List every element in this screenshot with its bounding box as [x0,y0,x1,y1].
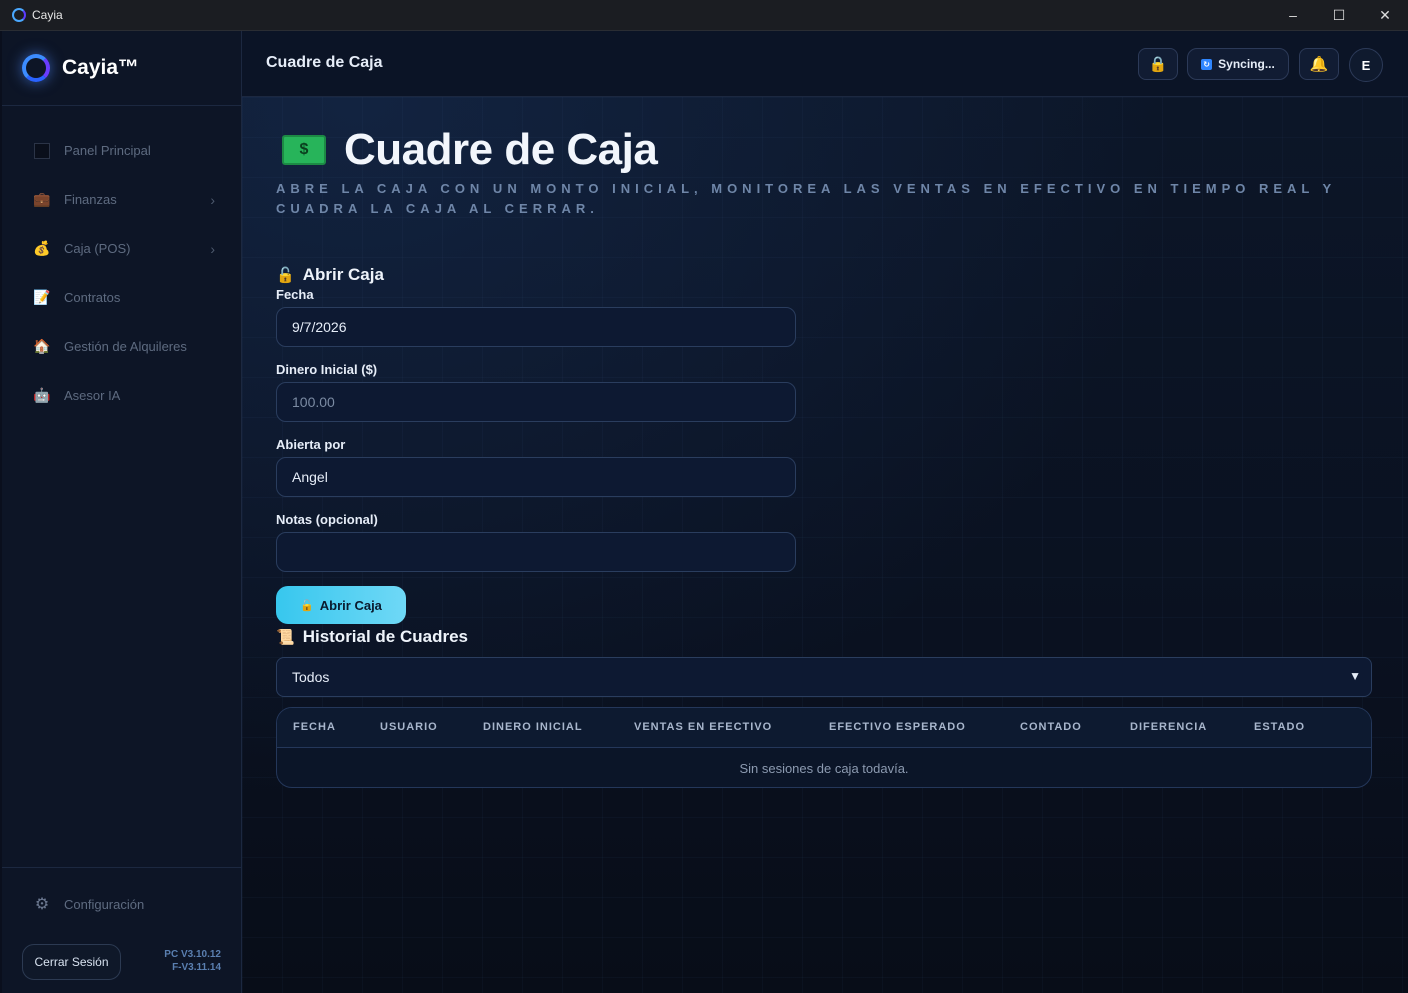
brand[interactable]: Cayia™ [2,31,241,106]
sidebar-item-configuracion[interactable]: ⚙ Configuración [34,896,145,913]
page-title: Cuadre de Caja [344,125,658,174]
app-logo-icon [12,8,26,22]
notes-label: Notas (opcional) [276,512,378,527]
initial-money-label: Dinero Inicial ($) [276,362,378,377]
version-pc: PC V3.10.12 [164,949,221,960]
sidebar-item-asesor-ia[interactable]: 🤖 Asesor IA [2,371,241,420]
history-table: FECHA USUARIO DINERO INICIAL VENTAS EN E… [276,707,1372,788]
sidebar-item-label: Finanzas [64,192,117,207]
briefcase-icon: 💼 [33,191,51,207]
window-title: Cayia [32,8,63,22]
column-header-contado[interactable]: CONTADO [1020,721,1082,733]
page-heading: $ Cuadre de Caja [282,125,658,175]
maximize-button[interactable]: ☐ [1316,0,1362,30]
unlock-icon: 🔓 [276,267,295,284]
column-header-efectivo-esperado[interactable]: EFECTIVO ESPERADO [829,721,966,733]
sidebar-item-label: Gestión de Alquileres [64,339,187,354]
initial-money-input[interactable] [276,382,796,422]
gear-icon: ⚙ [34,896,50,913]
brand-name: Cayia™ [62,56,140,79]
history-filter-value: Todos [292,669,330,685]
open-register-button[interactable]: 🔓 Abrir Caja [276,586,406,624]
notes-input[interactable] [276,532,796,572]
date-label: Fecha [276,287,314,302]
page-subtitle: Abre la caja con un monto inicial, monit… [276,181,1336,216]
sync-label: Syncing... [1218,57,1275,71]
header-title: Cuadre de Caja [266,54,383,71]
history-filter-select[interactable]: Todos ▼ [276,657,1372,697]
lock-button[interactable]: 🔒 [1138,48,1178,80]
chevron-right-icon: › [210,191,215,208]
sidebar-nav: Panel Principal 💼 Finanzas › 💰 Caja (POS… [2,106,241,420]
window-controls: – ☐ ✕ [1270,0,1408,30]
sidebar: Cayia™ Panel Principal 💼 Finanzas › 💰 Ca… [2,31,242,993]
sidebar-item-label: Configuración [64,896,145,912]
column-header-estado[interactable]: ESTADO [1254,721,1305,733]
sync-status-button[interactable]: ↻ Syncing... [1187,48,1289,80]
open-section-title: 🔓 Abrir Caja [276,265,384,285]
sidebar-item-contratos[interactable]: 📝 Contratos [2,273,241,322]
opened-by-input[interactable] [276,457,796,497]
sidebar-item-panel-principal[interactable]: Panel Principal [2,126,241,175]
history-table-header: FECHA USUARIO DINERO INICIAL VENTAS EN E… [277,708,1371,748]
main-content: $ Cuadre de Caja Abre la caja con un mon… [242,97,1408,993]
column-header-ventas-efectivo[interactable]: VENTAS EN EFECTIVO [634,721,772,733]
sidebar-item-label: Asesor IA [64,388,121,403]
robot-icon: 🤖 [33,387,51,403]
close-button[interactable]: ✕ [1362,0,1408,30]
sidebar-item-label: Contratos [64,290,121,305]
column-header-fecha[interactable]: FECHA [293,721,336,733]
bell-icon: 🔔 [1309,56,1329,73]
top-header: Cuadre de Caja 🔒 ↻ Syncing... 🔔 E [242,31,1408,97]
avatar[interactable]: E [1349,48,1383,82]
column-header-usuario[interactable]: USUARIO [380,721,438,733]
money-bag-icon: 💰 [33,240,51,256]
version-f: F-V3.11.14 [172,962,221,973]
brand-logo-icon [22,54,50,82]
history-section-title-text: Historial de Cuadres [302,627,469,646]
chevron-right-icon: › [210,240,215,257]
sidebar-footer: ⚙ Configuración Cerrar Sesión PC V3.10.1… [2,867,241,993]
window-titlebar: Cayia – ☐ ✕ [0,0,1408,31]
minimize-button[interactable]: – [1270,0,1316,30]
open-section-title-text: Abrir Caja [302,265,384,284]
document-icon: 📝 [33,289,51,305]
logout-button[interactable]: Cerrar Sesión [22,944,121,980]
unlock-icon: 🔓 [300,599,314,612]
sync-icon: ↻ [1201,58,1213,70]
open-register-button-label: Abrir Caja [319,597,382,613]
lock-icon: 🔒 [1148,56,1168,73]
square-icon [34,142,50,159]
sidebar-item-caja-pos[interactable]: 💰 Caja (POS) › [2,224,241,273]
scroll-icon: 📜 [276,629,295,646]
sidebar-item-label: Caja (POS) [64,241,131,256]
column-header-dinero-inicial[interactable]: DINERO INICIAL [483,721,583,733]
money-icon: $ [282,135,326,165]
history-empty-message: Sin sesiones de caja todavía. [739,760,909,776]
notifications-button[interactable]: 🔔 [1299,48,1339,80]
sidebar-item-gestion-alquileres[interactable]: 🏠 Gestión de Alquileres [2,322,241,371]
chevron-down-icon: ▼ [1349,669,1361,683]
opened-by-label: Abierta por [276,437,346,452]
column-header-diferencia[interactable]: DIFERENCIA [1130,721,1207,733]
history-section-title: 📜 Historial de Cuadres [276,627,468,647]
house-icon: 🏠 [33,338,51,354]
date-input[interactable] [276,307,796,347]
sidebar-item-label: Panel Principal [64,143,151,158]
sidebar-item-finanzas[interactable]: 💼 Finanzas › [2,175,241,224]
version-info: PC V3.10.12 F-V3.11.14 [164,948,221,974]
